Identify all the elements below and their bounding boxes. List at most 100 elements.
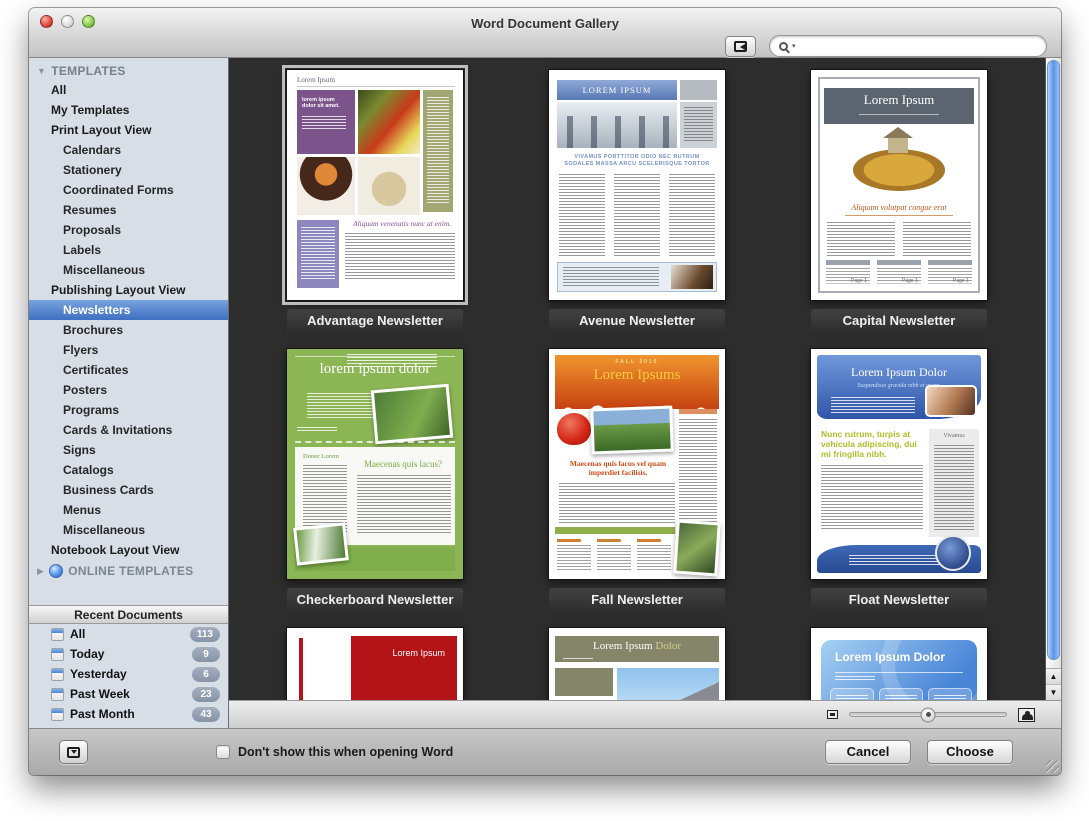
sidebar-item-brochures[interactable]: Brochures bbox=[29, 320, 228, 340]
search-field[interactable]: ▾ bbox=[769, 35, 1047, 57]
template-float-newsletter[interactable]: Lorem Ipsum Dolor Suspendisse gravida ni… bbox=[811, 349, 987, 612]
template-advantage-newsletter[interactable]: Lorem Ipsum lorem ipsum dolor sit amet. bbox=[287, 70, 463, 333]
template-thumbnail: Lorem Ipsum Dolor Praesent Sapien bbox=[549, 628, 725, 700]
template-7-red[interactable]: Lorem Ipsum [Date] bbox=[287, 628, 463, 700]
zoom-slider[interactable] bbox=[849, 712, 1007, 717]
mock-banner-subline bbox=[859, 114, 939, 115]
scroll-down-button[interactable]: ▼ bbox=[1046, 684, 1061, 700]
scrollbar-buttons: ▲ ▼ bbox=[1046, 668, 1061, 700]
count-badge: 6 bbox=[192, 667, 220, 682]
sidebar-item-menus[interactable]: Menus bbox=[29, 500, 228, 520]
sidebar-item-all[interactable]: All bbox=[29, 80, 228, 100]
sidebar-item-catalogs[interactable]: Catalogs bbox=[29, 460, 228, 480]
sidebar-item-publishing-layout-view[interactable]: Publishing Layout View bbox=[29, 280, 228, 300]
word-document-gallery-window: Word Document Gallery ▾ ▼ TEMPLATES All … bbox=[29, 8, 1061, 775]
mock-text-lines bbox=[307, 393, 377, 419]
sidebar-item-miscellaneous-publishing[interactable]: Miscellaneous bbox=[29, 520, 228, 540]
sidebar-item-cards-invitations[interactable]: Cards & Invitations bbox=[29, 420, 228, 440]
mock-heading: Maecenas quis lacus? bbox=[355, 459, 451, 469]
count-badge: 43 bbox=[192, 707, 220, 722]
recent-item-today[interactable]: Today 9 bbox=[29, 644, 228, 664]
mock-sub-box bbox=[830, 688, 874, 700]
window-resize-grip[interactable] bbox=[1046, 760, 1059, 773]
calendar-icon bbox=[51, 668, 64, 681]
template-gallery: Lorem Ipsum lorem ipsum dolor sit amet. bbox=[229, 58, 1045, 700]
mock-rule bbox=[563, 658, 593, 659]
mock-photo-inner bbox=[593, 409, 670, 452]
mock-text-lines bbox=[427, 97, 449, 205]
sidebar-item-calendars[interactable]: Calendars bbox=[29, 140, 228, 160]
template-thumbnail: lorem ipsum dolor Donec Lorem Maecenas q… bbox=[287, 349, 463, 579]
templates-section-header[interactable]: ▼ TEMPLATES bbox=[29, 58, 228, 80]
sidebar-item-programs[interactable]: Programs bbox=[29, 400, 228, 420]
mock-text-lines bbox=[885, 695, 917, 700]
recent-documents-header: Recent Documents bbox=[29, 605, 228, 624]
mock-banner: Lorem Ipsum Dolor bbox=[555, 636, 719, 662]
mock-column-text bbox=[827, 222, 895, 256]
sidebar-item-business-cards[interactable]: Business Cards bbox=[29, 480, 228, 500]
scrollbar-thumb[interactable] bbox=[1047, 60, 1060, 660]
mock-footer-column bbox=[637, 539, 671, 573]
sidebar-item-certificates[interactable]: Certificates bbox=[29, 360, 228, 380]
mock-column-text bbox=[614, 174, 660, 256]
dont-show-checkbox[interactable] bbox=[216, 745, 230, 759]
template-thumbnail: Lorem Ipsum lorem ipsum dolor sit amet. bbox=[287, 70, 463, 300]
sidebar-item-online-templates[interactable]: ▶ ONLINE TEMPLATES bbox=[29, 560, 228, 578]
sidebar-item-signs[interactable]: Signs bbox=[29, 440, 228, 460]
sidebar-item-labels[interactable]: Labels bbox=[29, 240, 228, 260]
zoom-slider-thumb[interactable] bbox=[921, 707, 936, 722]
template-capital-newsletter[interactable]: Lorem Ipsum Aliquam volutpat congue erat bbox=[811, 70, 987, 333]
sidebar-item-resumes[interactable]: Resumes bbox=[29, 200, 228, 220]
sidebar-item-my-templates[interactable]: My Templates bbox=[29, 100, 228, 120]
gallery-row-3: Lorem Ipsum [Date] Lorem Ipsum Dolor bbox=[229, 628, 1045, 700]
recent-item-all[interactable]: All 113 bbox=[29, 624, 228, 644]
template-fall-newsletter[interactable]: FALL 2010 Lorem Ipsums Maecenas quis lac… bbox=[549, 349, 725, 612]
sidebar-item-flyers[interactable]: Flyers bbox=[29, 340, 228, 360]
template-8-olive[interactable]: Lorem Ipsum Dolor Praesent Sapien bbox=[549, 628, 725, 700]
cancel-button[interactable]: Cancel bbox=[825, 740, 911, 764]
mock-photo-writing bbox=[671, 265, 713, 289]
mock-banner: LOREM IPSUM bbox=[557, 80, 677, 100]
sidebar-item-proposals[interactable]: Proposals bbox=[29, 220, 228, 240]
recent-item-past-week[interactable]: Past Week 23 bbox=[29, 684, 228, 704]
recent-item-past-month[interactable]: Past Month 43 bbox=[29, 704, 228, 724]
recent-item-label: Past Week bbox=[70, 687, 186, 701]
panel-collapse-button[interactable] bbox=[59, 740, 88, 764]
sidebar-toggle-button[interactable] bbox=[725, 36, 756, 57]
vertical-scrollbar[interactable]: ▲ ▼ bbox=[1045, 58, 1061, 700]
mock-page-label: Page 1 bbox=[902, 278, 918, 284]
templates-header-label: TEMPLATES bbox=[51, 64, 125, 78]
sidebar: ▼ TEMPLATES All My Templates Print Layou… bbox=[29, 58, 229, 728]
globe-icon bbox=[49, 564, 63, 578]
gallery-row-1: Lorem Ipsum lorem ipsum dolor sit amet. bbox=[229, 70, 1045, 333]
sidebar-item-miscellaneous-print[interactable]: Miscellaneous bbox=[29, 260, 228, 280]
sidebar-item-print-layout-view[interactable]: Print Layout View bbox=[29, 120, 228, 140]
scrollbar-track[interactable] bbox=[1046, 58, 1061, 668]
mock-olive-box: Praesent Sapien bbox=[555, 668, 613, 696]
mock-text-lines bbox=[302, 116, 346, 130]
sidebar-item-coordinated-forms[interactable]: Coordinated Forms bbox=[29, 180, 228, 200]
recent-item-yesterday[interactable]: Yesterday 6 bbox=[29, 664, 228, 684]
sidebar-item-stationery[interactable]: Stationery bbox=[29, 160, 228, 180]
mock-text-lines bbox=[297, 427, 337, 431]
mock-body-text bbox=[821, 465, 923, 531]
dont-show-label: Don't show this when opening Word bbox=[238, 745, 453, 759]
template-9-blue[interactable]: Lorem Ipsum Dolor bbox=[811, 628, 987, 700]
sidebar-item-newsletters[interactable]: Newsletters bbox=[29, 300, 228, 320]
mock-heading: Aliquam volutpat congue erat bbox=[831, 203, 967, 212]
mock-banner-main: Lorem Ipsum bbox=[593, 640, 653, 652]
mock-text-lines bbox=[831, 397, 915, 413]
mock-photo-pasta bbox=[358, 157, 420, 215]
panel-collapse-icon bbox=[67, 747, 80, 758]
choose-button[interactable]: Choose bbox=[927, 740, 1013, 764]
sidebar-item-posters[interactable]: Posters bbox=[29, 380, 228, 400]
mock-text-lines bbox=[301, 227, 335, 281]
template-checkerboard-newsletter[interactable]: lorem ipsum dolor Donec Lorem Maecenas q… bbox=[287, 349, 463, 612]
mock-photo-peppers bbox=[358, 90, 420, 154]
scroll-up-button[interactable]: ▲ bbox=[1046, 669, 1061, 684]
template-avenue-newsletter[interactable]: LOREM IPSUM VIVAMUS PORTTITOR ODIO NEC R… bbox=[549, 70, 725, 333]
sidebar-item-notebook-layout-view[interactable]: Notebook Layout View bbox=[29, 540, 228, 560]
mock-banner-title: Lorem Ipsums bbox=[555, 367, 719, 384]
search-input[interactable] bbox=[796, 36, 1037, 56]
mock-sub-box bbox=[879, 688, 923, 700]
